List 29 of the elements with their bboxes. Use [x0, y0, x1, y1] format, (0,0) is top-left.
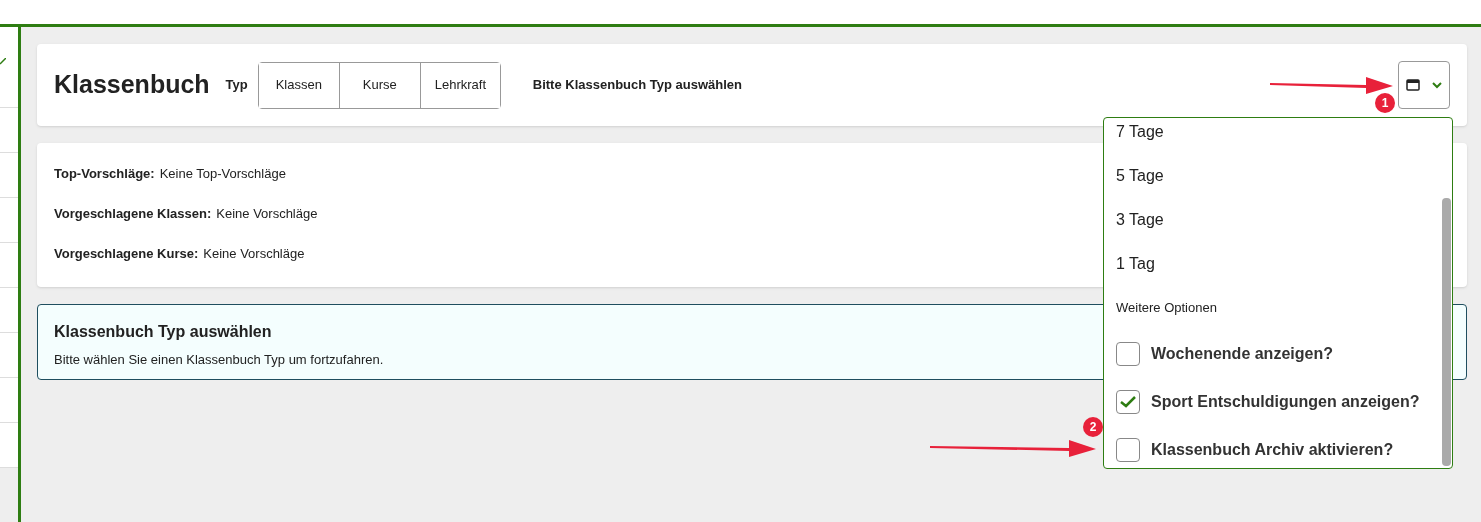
- hint-text: Bitte Klassenbuch Typ auswählen: [532, 76, 743, 95]
- checkbox-label: Wochenende anzeigen?: [1151, 344, 1333, 364]
- type-button[interactable]: Lehrkraft: [419, 62, 500, 108]
- dropdown-option[interactable]: 3 Tage: [1116, 198, 1440, 242]
- check-icon: [0, 58, 6, 66]
- calendar-icon: [1406, 79, 1420, 91]
- checkbox-label: Sport Entschuldigungen anzeigen?: [1151, 392, 1420, 412]
- suggestion-value: Keine Vorschläge: [203, 245, 305, 263]
- checkbox[interactable]: [1116, 390, 1140, 414]
- info-text: Bitte wählen Sie einen Klassenbuch Typ um fortzufahren.: [54, 351, 384, 369]
- page-title: Klassenbuch: [54, 69, 210, 101]
- dropdown-option[interactable]: 5 Tage: [1116, 154, 1440, 198]
- check-icon: [1120, 396, 1136, 408]
- type-label: Typ: [225, 76, 248, 95]
- dropdown-option[interactable]: 1 Tag: [1116, 242, 1440, 286]
- dropdown-option[interactable]: 7 Tage: [1116, 118, 1440, 154]
- calendar-dropdown-button[interactable]: [1398, 61, 1450, 109]
- info-title: Klassenbuch Typ auswählen: [54, 322, 273, 342]
- chevron-icon: [1432, 81, 1442, 89]
- suggestion-value: Keine Top-Vorschläge: [159, 165, 286, 183]
- checkbox[interactable]: [1116, 438, 1140, 462]
- sidebar-footer: [0, 468, 18, 522]
- suggestion-value: Keine Vorschläge: [216, 205, 318, 223]
- suggestion-label: Vorgeschlagene Klassen:: [54, 205, 212, 223]
- checkbox[interactable]: [1116, 342, 1140, 366]
- suggestion-label: Vorgeschlagene Kurse:: [54, 245, 199, 263]
- dropdown-section-heading: Weitere Optionen: [1116, 299, 1218, 318]
- checkbox-label: Klassenbuch Archiv aktivieren?: [1151, 440, 1394, 460]
- suggestion-label: Top-Vorschläge:: [54, 165, 155, 183]
